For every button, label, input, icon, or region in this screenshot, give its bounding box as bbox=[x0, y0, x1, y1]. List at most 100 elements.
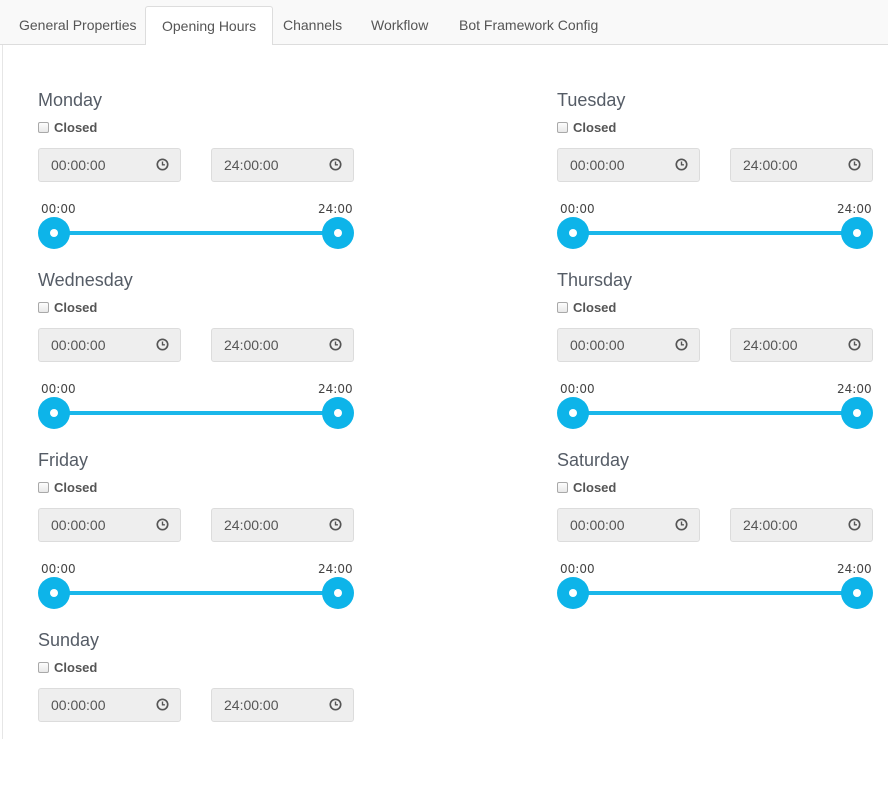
closing-time-input[interactable]: 24:00:00 bbox=[211, 688, 354, 722]
slider-start-handle[interactable] bbox=[38, 217, 70, 249]
closed-checkbox[interactable] bbox=[38, 301, 49, 313]
opening-time-input[interactable]: 00:00:00 bbox=[38, 328, 181, 362]
clock-icon[interactable] bbox=[675, 158, 688, 171]
day-section-tuesday: Tuesday Closed 00:00:00 24:00:00 00:00 2… bbox=[557, 90, 877, 270]
closed-checkbox[interactable] bbox=[557, 301, 568, 313]
closed-checkbox-row[interactable]: Closed bbox=[38, 299, 97, 315]
day-title: Sunday bbox=[38, 630, 100, 650]
clock-icon[interactable] bbox=[156, 338, 169, 351]
closed-checkbox-row[interactable]: Closed bbox=[557, 119, 616, 135]
closed-checkbox-row[interactable]: Closed bbox=[38, 659, 97, 675]
opening-time-input[interactable]: 00:00:00 bbox=[38, 508, 181, 542]
slider-start-handle[interactable] bbox=[557, 397, 589, 429]
day-title: Saturday bbox=[557, 450, 630, 470]
slider-min-label: 00:00 bbox=[41, 202, 76, 216]
tab-bar: General Properties Opening Hours Channel… bbox=[0, 0, 888, 46]
clock-icon[interactable] bbox=[156, 158, 169, 171]
slider-end-handle[interactable] bbox=[322, 217, 354, 249]
slider-start-handle[interactable] bbox=[557, 577, 589, 609]
closed-checkbox[interactable] bbox=[557, 481, 568, 493]
closing-time-value: 24:00:00 bbox=[224, 157, 279, 173]
slider-track[interactable] bbox=[573, 591, 857, 595]
slider-start-handle[interactable] bbox=[557, 217, 589, 249]
opening-time-value: 00:00:00 bbox=[51, 517, 106, 533]
clock-icon[interactable] bbox=[329, 518, 342, 531]
day-title: Wednesday bbox=[38, 270, 133, 290]
closing-time-input[interactable]: 24:00:00 bbox=[211, 508, 354, 542]
closing-time-input[interactable]: 24:00:00 bbox=[211, 328, 354, 362]
clock-icon[interactable] bbox=[848, 338, 861, 351]
slider-min-label: 00:00 bbox=[560, 202, 595, 216]
slider-min-label: 00:00 bbox=[560, 382, 595, 396]
closed-label: Closed bbox=[573, 299, 617, 315]
hours-range-slider[interactable]: 00:00 24:00 bbox=[38, 202, 358, 249]
closed-checkbox-row[interactable]: Closed bbox=[557, 479, 616, 495]
closing-time-input[interactable]: 24:00:00 bbox=[730, 328, 873, 362]
opening-time-input[interactable]: 00:00:00 bbox=[557, 508, 700, 542]
slider-end-handle[interactable] bbox=[841, 577, 873, 609]
tab-channels[interactable]: Channels bbox=[267, 6, 358, 45]
slider-max-label: 24:00 bbox=[837, 562, 872, 576]
slider-end-handle[interactable] bbox=[841, 397, 873, 429]
hours-range-slider[interactable]: 00:00 24:00 bbox=[38, 382, 358, 429]
closing-time-input[interactable]: 24:00:00 bbox=[211, 148, 354, 182]
slider-start-handle[interactable] bbox=[38, 577, 70, 609]
closed-checkbox[interactable] bbox=[38, 661, 49, 673]
slider-track[interactable] bbox=[54, 411, 338, 415]
closed-checkbox[interactable] bbox=[38, 121, 49, 133]
closed-label: Closed bbox=[573, 119, 617, 135]
opening-time-input[interactable]: 00:00:00 bbox=[38, 148, 181, 182]
closed-checkbox-row[interactable]: Closed bbox=[38, 119, 97, 135]
slider-end-handle[interactable] bbox=[322, 397, 354, 429]
slider-track[interactable] bbox=[573, 231, 857, 235]
clock-icon[interactable] bbox=[329, 158, 342, 171]
slider-max-label: 24:00 bbox=[837, 202, 872, 216]
slider-max-label: 24:00 bbox=[837, 382, 872, 396]
slider-min-label: 00:00 bbox=[560, 562, 595, 576]
closed-label: Closed bbox=[573, 479, 617, 495]
opening-time-value: 00:00:00 bbox=[51, 157, 106, 173]
tab-bot-framework-config[interactable]: Bot Framework Config bbox=[443, 6, 614, 45]
closing-time-value: 24:00:00 bbox=[224, 337, 279, 353]
slider-end-handle[interactable] bbox=[841, 217, 873, 249]
tab-opening-hours[interactable]: Opening Hours bbox=[145, 6, 274, 46]
day-title: Monday bbox=[38, 90, 103, 110]
slider-track[interactable] bbox=[54, 591, 338, 595]
slider-end-handle[interactable] bbox=[322, 577, 354, 609]
hours-range-slider[interactable]: 00:00 24:00 bbox=[557, 202, 877, 249]
slider-start-handle[interactable] bbox=[38, 397, 70, 429]
opening-time-value: 00:00:00 bbox=[570, 517, 625, 533]
hours-range-slider[interactable]: 00:00 24:00 bbox=[557, 382, 877, 429]
clock-icon[interactable] bbox=[675, 518, 688, 531]
opening-time-input[interactable]: 00:00:00 bbox=[557, 328, 700, 362]
opening-time-value: 00:00:00 bbox=[570, 157, 625, 173]
clock-icon[interactable] bbox=[156, 698, 169, 711]
opening-time-input[interactable]: 00:00:00 bbox=[557, 148, 700, 182]
closing-time-value: 24:00:00 bbox=[224, 517, 279, 533]
slider-track[interactable] bbox=[573, 411, 857, 415]
day-section-sunday: Sunday Closed 00:00:00 24:00:00 bbox=[38, 630, 358, 810]
clock-icon[interactable] bbox=[675, 338, 688, 351]
slider-max-label: 24:00 bbox=[318, 202, 353, 216]
clock-icon[interactable] bbox=[329, 338, 342, 351]
tab-general-properties[interactable]: General Properties bbox=[3, 6, 153, 45]
closed-checkbox-row[interactable]: Closed bbox=[38, 479, 97, 495]
hours-range-slider[interactable]: 00:00 24:00 bbox=[557, 562, 877, 609]
closed-checkbox[interactable] bbox=[38, 481, 49, 493]
opening-time-value: 00:00:00 bbox=[51, 697, 106, 713]
closing-time-input[interactable]: 24:00:00 bbox=[730, 148, 873, 182]
closed-checkbox[interactable] bbox=[557, 121, 568, 133]
day-section-monday: Monday Closed 00:00:00 24:00:00 00:00 24… bbox=[38, 90, 358, 270]
clock-icon[interactable] bbox=[848, 158, 861, 171]
clock-icon[interactable] bbox=[848, 518, 861, 531]
clock-icon[interactable] bbox=[156, 518, 169, 531]
closed-checkbox-row[interactable]: Closed bbox=[557, 299, 616, 315]
closed-label: Closed bbox=[54, 479, 98, 495]
hours-range-slider[interactable]: 00:00 24:00 bbox=[38, 562, 358, 609]
tab-workflow[interactable]: Workflow bbox=[355, 6, 444, 45]
closing-time-input[interactable]: 24:00:00 bbox=[730, 508, 873, 542]
day-section-friday: Friday Closed 00:00:00 24:00:00 00:00 24… bbox=[38, 450, 358, 630]
slider-track[interactable] bbox=[54, 231, 338, 235]
clock-icon[interactable] bbox=[329, 698, 342, 711]
opening-time-input[interactable]: 00:00:00 bbox=[38, 688, 181, 722]
